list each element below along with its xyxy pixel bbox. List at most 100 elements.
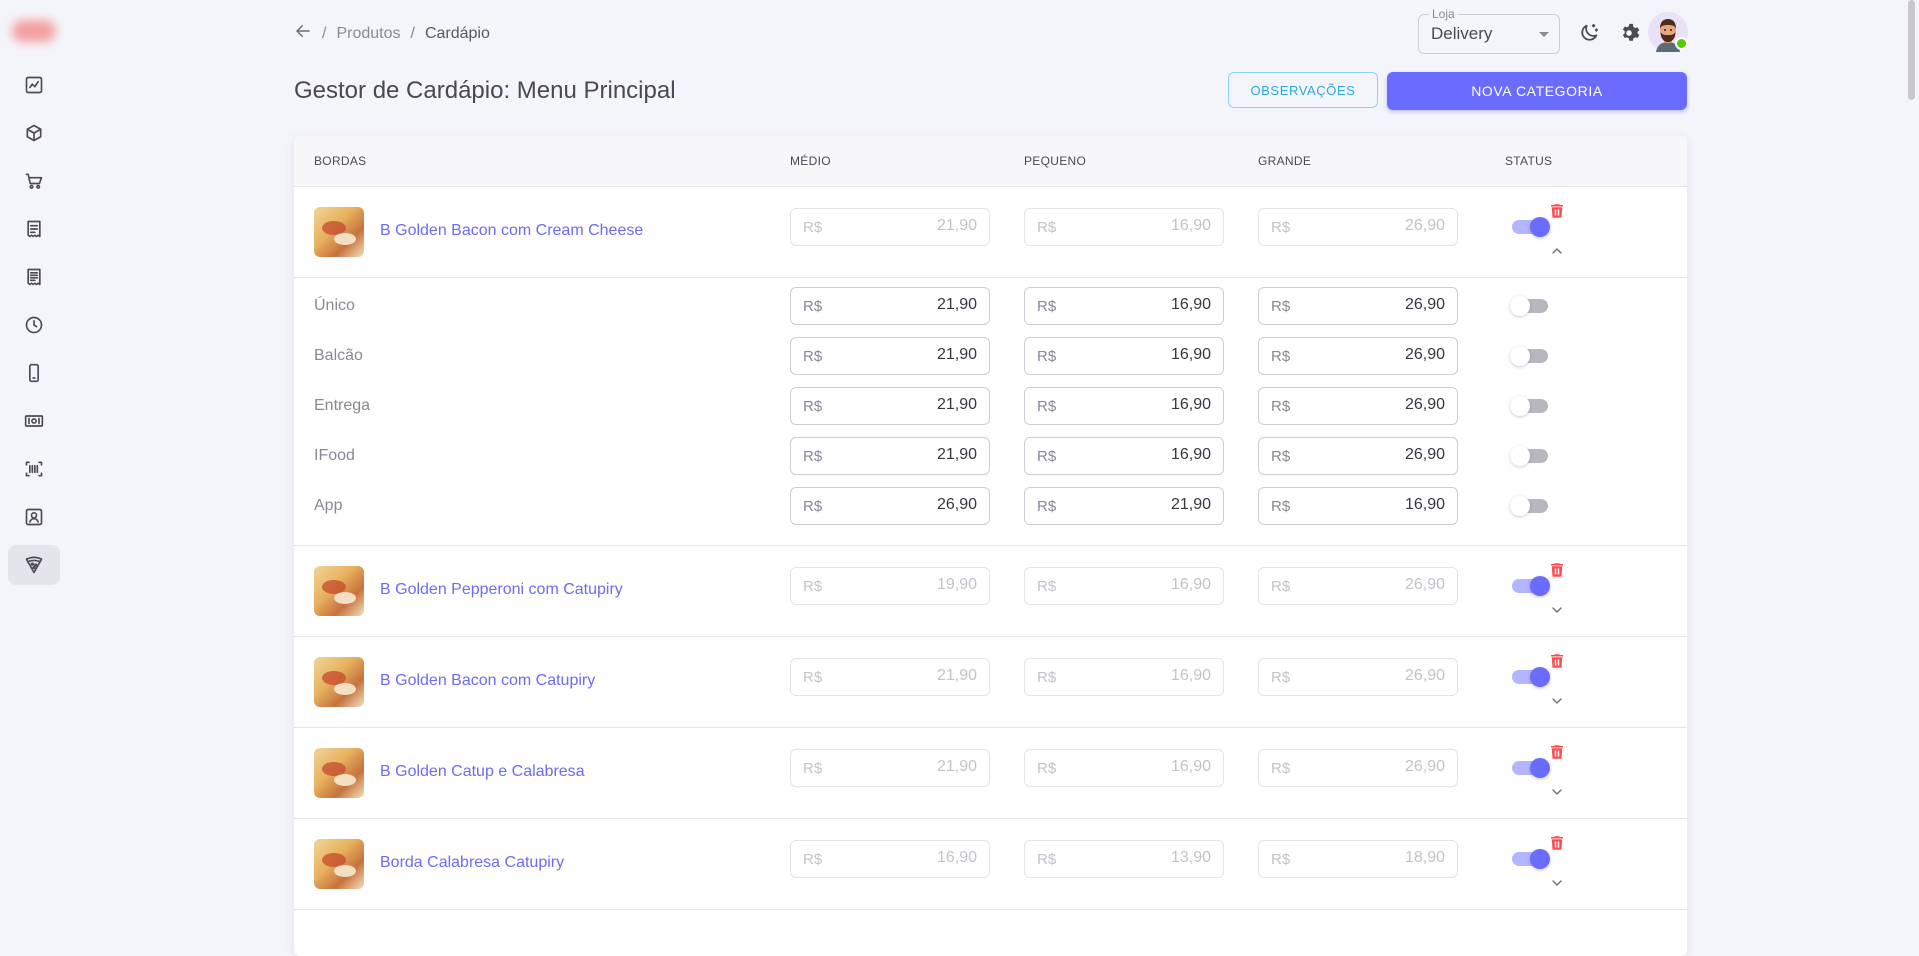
channel-price-pequeno-field[interactable]: R$ [1024, 487, 1224, 525]
expand-toggle[interactable] [1546, 872, 1568, 894]
status-toggle[interactable] [1512, 758, 1550, 778]
store-select[interactable]: Loja Delivery [1418, 7, 1560, 54]
price-medio-field[interactable]: R$ [790, 658, 990, 696]
price-input[interactable] [1299, 667, 1445, 685]
price-input[interactable] [1065, 346, 1211, 364]
price-pequeno-field[interactable]: R$ [1024, 749, 1224, 787]
price-input[interactable] [831, 446, 977, 464]
price-input[interactable] [1065, 217, 1211, 235]
price-grande-field[interactable]: R$ [1258, 567, 1458, 605]
sidebar-item-receipt[interactable] [8, 209, 60, 249]
channel-price-grande-field[interactable]: R$ [1258, 337, 1458, 375]
price-input[interactable] [1299, 849, 1445, 867]
channel-price-medio-field[interactable]: R$ [790, 337, 990, 375]
channel-status-toggle[interactable] [1510, 496, 1548, 516]
expand-toggle[interactable] [1546, 240, 1568, 262]
price-input[interactable] [1299, 396, 1445, 414]
product-name-link[interactable]: B Golden Catup e Calabresa [380, 763, 585, 781]
expand-toggle[interactable] [1546, 690, 1568, 712]
delete-button[interactable] [1546, 832, 1568, 854]
sidebar-item-cash[interactable] [8, 401, 60, 441]
channel-price-pequeno-field[interactable]: R$ [1024, 287, 1224, 325]
price-input[interactable] [831, 758, 977, 776]
channel-price-pequeno-field[interactable]: R$ [1024, 337, 1224, 375]
channel-price-medio-field[interactable]: R$ [790, 387, 990, 425]
price-medio-field[interactable]: R$ [790, 840, 990, 878]
price-grande-field[interactable]: R$ [1258, 208, 1458, 246]
channel-status-toggle[interactable] [1510, 296, 1548, 316]
price-input[interactable] [1299, 758, 1445, 776]
delete-button[interactable] [1546, 200, 1568, 222]
price-input[interactable] [1065, 296, 1211, 314]
price-input[interactable] [1065, 446, 1211, 464]
avatar[interactable] [1648, 12, 1688, 52]
channel-status-toggle[interactable] [1510, 446, 1548, 466]
delete-button[interactable] [1546, 650, 1568, 672]
status-toggle[interactable] [1512, 667, 1550, 687]
price-pequeno-field[interactable]: R$ [1024, 567, 1224, 605]
sidebar-item-cart[interactable] [8, 161, 60, 201]
nova-categoria-button[interactable]: NOVA CATEGORIA [1387, 72, 1687, 110]
channel-price-pequeno-field[interactable]: R$ [1024, 437, 1224, 475]
price-grande-field[interactable]: R$ [1258, 749, 1458, 787]
price-input[interactable] [1065, 667, 1211, 685]
price-medio-field[interactable]: R$ [790, 567, 990, 605]
price-input[interactable] [1065, 849, 1211, 867]
page-scrollbar[interactable] [1904, 0, 1919, 934]
price-input[interactable] [1065, 758, 1211, 776]
dark-mode-toggle[interactable] [1576, 20, 1602, 46]
expand-toggle[interactable] [1546, 781, 1568, 803]
status-toggle[interactable] [1512, 849, 1550, 869]
product-name-link[interactable]: B Golden Pepperoni com Catupiry [380, 581, 623, 599]
price-input[interactable] [1299, 346, 1445, 364]
product-name-link[interactable]: B Golden Bacon com Catupiry [380, 672, 595, 690]
sidebar-item-barcode-scan[interactable] [8, 449, 60, 489]
price-input[interactable] [1299, 576, 1445, 594]
channel-price-grande-field[interactable]: R$ [1258, 387, 1458, 425]
price-pequeno-field[interactable]: R$ [1024, 658, 1224, 696]
expand-toggle[interactable] [1546, 599, 1568, 621]
channel-status-toggle[interactable] [1510, 396, 1548, 416]
price-input[interactable] [1299, 496, 1445, 514]
price-grande-field[interactable]: R$ [1258, 840, 1458, 878]
scrollbar-thumb[interactable] [1908, 0, 1915, 100]
price-input[interactable] [831, 396, 977, 414]
observacoes-button[interactable]: OBSERVAÇÕES [1228, 72, 1378, 108]
channel-price-grande-field[interactable]: R$ [1258, 287, 1458, 325]
back-arrow-icon[interactable] [294, 22, 312, 45]
price-input[interactable] [831, 849, 977, 867]
price-input[interactable] [831, 217, 977, 235]
price-pequeno-field[interactable]: R$ [1024, 208, 1224, 246]
channel-price-medio-field[interactable]: R$ [790, 487, 990, 525]
channel-status-toggle[interactable] [1510, 346, 1548, 366]
sidebar-item-chart-line[interactable] [8, 65, 60, 105]
price-input[interactable] [1065, 496, 1211, 514]
delete-button[interactable] [1546, 559, 1568, 581]
price-grande-field[interactable]: R$ [1258, 658, 1458, 696]
price-medio-field[interactable]: R$ [790, 749, 990, 787]
price-pequeno-field[interactable]: R$ [1024, 840, 1224, 878]
price-input[interactable] [1299, 446, 1445, 464]
settings-button[interactable] [1616, 20, 1642, 46]
channel-price-pequeno-field[interactable]: R$ [1024, 387, 1224, 425]
price-medio-field[interactable]: R$ [790, 208, 990, 246]
sidebar-item-account-box[interactable] [8, 497, 60, 537]
sidebar-item-pizza[interactable] [8, 545, 60, 585]
price-input[interactable] [1299, 217, 1445, 235]
product-name-link[interactable]: Borda Calabresa Catupiry [380, 854, 564, 872]
app-logo[interactable] [12, 20, 56, 42]
price-input[interactable] [831, 296, 977, 314]
sidebar-item-cube[interactable] [8, 113, 60, 153]
channel-price-grande-field[interactable]: R$ [1258, 437, 1458, 475]
sidebar-item-cellphone[interactable] [8, 353, 60, 393]
product-name-link[interactable]: B Golden Bacon com Cream Cheese [380, 222, 643, 240]
price-input[interactable] [1299, 296, 1445, 314]
channel-price-medio-field[interactable]: R$ [790, 287, 990, 325]
channel-price-medio-field[interactable]: R$ [790, 437, 990, 475]
price-input[interactable] [831, 576, 977, 594]
status-toggle[interactable] [1512, 576, 1550, 596]
channel-price-grande-field[interactable]: R$ [1258, 487, 1458, 525]
sidebar-item-clock[interactable] [8, 305, 60, 345]
delete-button[interactable] [1546, 741, 1568, 763]
price-input[interactable] [831, 496, 977, 514]
